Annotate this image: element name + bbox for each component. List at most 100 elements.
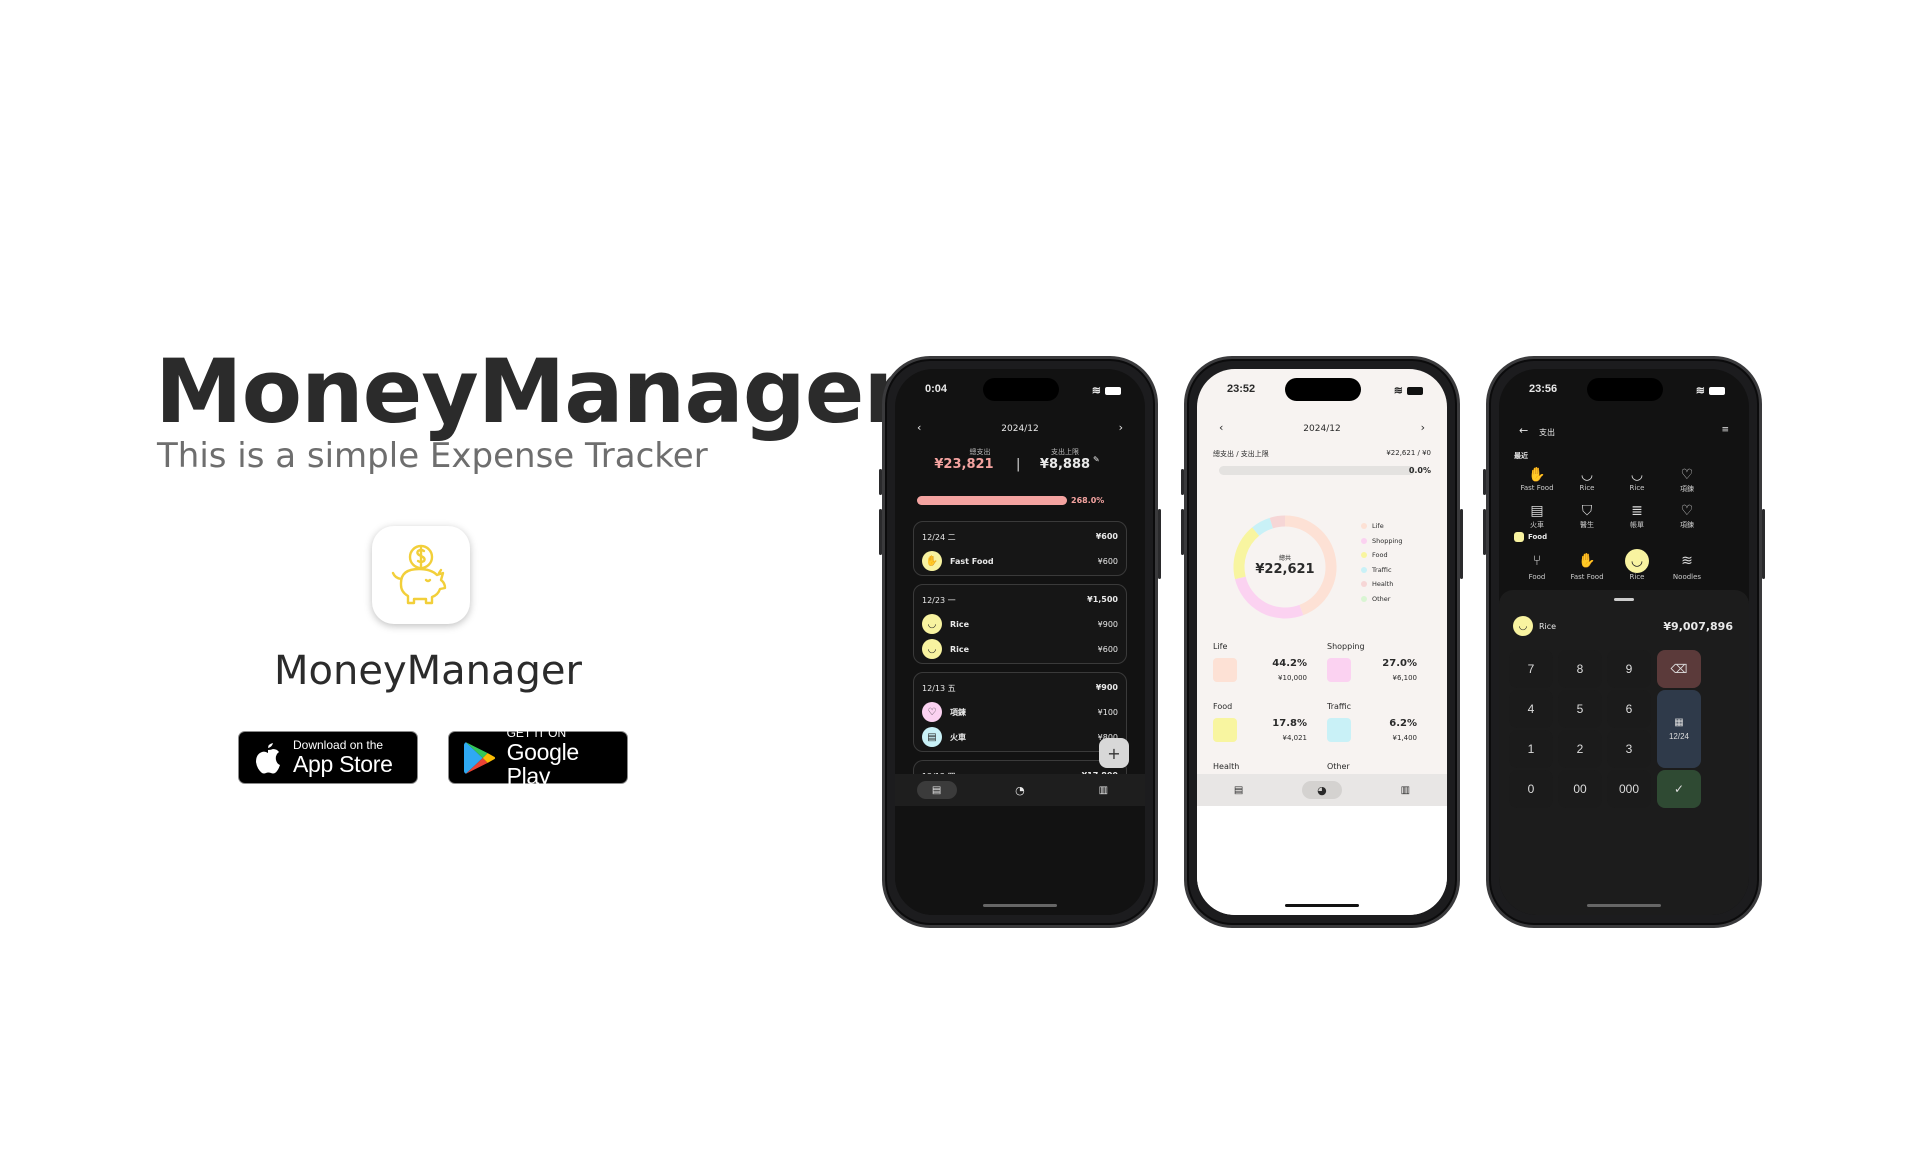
- day-date: 12/23 一: [922, 596, 956, 605]
- rice-bowl-icon: ◡: [1513, 616, 1533, 636]
- limit-value[interactable]: ¥8,888: [1035, 457, 1095, 472]
- day-card[interactable]: 12/13 五 ¥900 ♡ 項鍊 ¥100 ▤ 火車 ¥800: [913, 672, 1127, 752]
- day-card[interactable]: 12/23 一 ¥1,500 ◡ Rice ¥900 ◡ Rice ¥600: [913, 584, 1127, 664]
- category-item[interactable]: ♡ 項鍊: [1665, 502, 1709, 530]
- date-button[interactable]: ▦ 12/24: [1657, 690, 1701, 768]
- food-section-label: Food: [1528, 533, 1548, 541]
- category-item[interactable]: ◡ Rice: [1565, 466, 1609, 492]
- key-1[interactable]: 1: [1509, 730, 1553, 768]
- item-name: Rice: [950, 619, 970, 629]
- category-item[interactable]: ≋ Noodles: [1665, 549, 1709, 581]
- category-item[interactable]: ✋ Fast Food: [1565, 549, 1609, 581]
- key-5[interactable]: 5: [1558, 690, 1602, 728]
- total-label: 總支出: [969, 448, 991, 456]
- stat-label: Life: [1213, 642, 1228, 651]
- stats-tab-icon[interactable]: ▥: [1083, 781, 1123, 799]
- status-bar: 23:52 ≋: [1197, 381, 1447, 397]
- backspace-button[interactable]: ⌫: [1657, 650, 1701, 688]
- apple-icon: [256, 742, 280, 773]
- sheet-handle[interactable]: [1614, 598, 1634, 601]
- legend-item: Other: [1361, 592, 1403, 607]
- legend: Life Shopping Food Traffic Health Other: [1361, 519, 1403, 606]
- train-icon: ▤: [922, 727, 942, 747]
- stat-label: Food: [1213, 702, 1233, 711]
- progress-text: 0.0%: [1408, 466, 1431, 475]
- rice-bowl-icon: ◡: [922, 639, 942, 659]
- app-store-big-label: App Store: [293, 751, 393, 777]
- list-item[interactable]: ✋ Fast Food ¥600: [922, 550, 1118, 572]
- phone-stats: 23:52 ≋ ‹ 2024/12 › 總支出 / 支出上限 ¥22,621 /…: [1181, 356, 1463, 928]
- category-item[interactable]: ◡ Rice: [1615, 466, 1659, 492]
- chart-tab-icon[interactable]: ◔: [1000, 781, 1040, 799]
- app-store-button[interactable]: Download on the App Store: [238, 731, 418, 784]
- next-month-chevron-icon[interactable]: ›: [1119, 421, 1123, 434]
- category-item[interactable]: ⛉ 醫生: [1565, 502, 1609, 530]
- back-arrow-icon[interactable]: ←: [1519, 424, 1528, 437]
- day-date: 12/24 二: [922, 533, 956, 542]
- calendar-icon: ▦: [1674, 717, 1684, 728]
- item-amount: ¥900: [1097, 619, 1118, 629]
- stat-swatch: [1327, 718, 1351, 742]
- status-time: 23:52: [1227, 383, 1256, 395]
- wifi-icon: ≋: [1695, 385, 1705, 397]
- category-item-selected[interactable]: ◡ Rice: [1615, 549, 1659, 581]
- status-time: 23:56: [1529, 383, 1558, 395]
- category-item[interactable]: ≣ 帳單: [1615, 502, 1659, 530]
- key-9[interactable]: 9: [1607, 650, 1651, 688]
- add-expense-button[interactable]: +: [1099, 738, 1129, 768]
- wifi-icon: ≋: [1393, 385, 1403, 397]
- list-tab-icon[interactable]: ▤: [916, 781, 957, 799]
- piggy-bank-icon: [391, 544, 447, 605]
- list-item[interactable]: ◡ Rice ¥600: [922, 638, 1118, 660]
- stats-tab-icon[interactable]: ▥: [1385, 781, 1425, 799]
- category-item[interactable]: ♡ 項鍊: [1665, 466, 1709, 494]
- item-amount: ¥600: [1097, 644, 1118, 654]
- key-2[interactable]: 2: [1558, 730, 1602, 768]
- item-name: 火車: [950, 732, 966, 742]
- stat-amount: ¥4,021: [1282, 734, 1308, 742]
- hero-subtitle: This is a simple Expense Tracker: [157, 436, 708, 476]
- confirm-button[interactable]: ✓: [1657, 770, 1701, 808]
- item-name: 項鍊: [950, 707, 966, 717]
- promo-stage: MoneyManager This is a simple Expense Tr…: [0, 0, 1920, 1152]
- food-color-chip: [1514, 532, 1524, 542]
- phone-add-expense: 23:56 ≋ ← 支出 ≡ 最近 ✋ Fast Food ◡ Rice ◡ Rice…: [1483, 356, 1765, 928]
- day-card[interactable]: 12/24 二 ¥600 ✋ Fast Food ¥600: [913, 521, 1127, 576]
- list-item[interactable]: ♡ 項鍊 ¥100: [922, 701, 1118, 723]
- battery-icon: [1105, 386, 1121, 395]
- list-item[interactable]: ◡ Rice ¥900: [922, 613, 1118, 635]
- legend-item: Traffic: [1361, 563, 1403, 578]
- chart-tab-icon[interactable]: ◕: [1301, 781, 1342, 799]
- fries-icon: ✋: [922, 551, 942, 571]
- app-icon[interactable]: [372, 526, 470, 624]
- wifi-icon: ≋: [1091, 385, 1101, 397]
- summary-value: ¥22,621 / ¥0: [1386, 449, 1431, 457]
- key-00[interactable]: 00: [1558, 770, 1602, 808]
- day-date: 12/13 五: [922, 684, 956, 693]
- stat-amount: ¥10,000: [1278, 674, 1307, 682]
- category-item[interactable]: ✋ Fast Food: [1515, 466, 1559, 492]
- key-7[interactable]: 7: [1509, 650, 1553, 688]
- key-000[interactable]: 000: [1607, 770, 1651, 808]
- battery-icon: [1407, 386, 1423, 395]
- key-6[interactable]: 6: [1607, 690, 1651, 728]
- next-month-chevron-icon[interactable]: ›: [1421, 421, 1425, 434]
- category-item[interactable]: ⑂ Food: [1515, 549, 1559, 581]
- status-bar: 23:56 ≋: [1499, 381, 1749, 397]
- edit-list-icon[interactable]: ≡: [1721, 425, 1729, 435]
- item-name: Fast Food: [950, 556, 994, 566]
- home-indicator: [983, 904, 1057, 907]
- key-8[interactable]: 8: [1558, 650, 1602, 688]
- key-3[interactable]: 3: [1607, 730, 1651, 768]
- key-4[interactable]: 4: [1509, 690, 1553, 728]
- key-0[interactable]: 0: [1509, 770, 1553, 808]
- category-item[interactable]: ▤ 火車: [1515, 502, 1559, 530]
- list-item[interactable]: ▤ 火車 ¥800: [922, 726, 1118, 748]
- edit-icon[interactable]: ✎: [1093, 455, 1100, 464]
- progress-track: [1219, 466, 1415, 475]
- google-play-icon: [463, 741, 496, 774]
- stat-label: Health: [1213, 762, 1240, 771]
- google-play-button[interactable]: GET IT ON Google Play: [448, 727, 628, 788]
- day-total: ¥1,500: [1087, 595, 1118, 604]
- list-tab-icon[interactable]: ▤: [1219, 781, 1259, 799]
